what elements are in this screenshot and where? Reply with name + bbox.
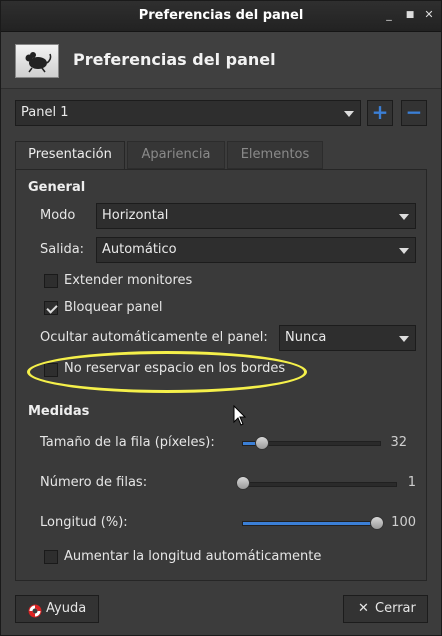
mouse-app-icon bbox=[15, 44, 59, 78]
row-size-value: 32 bbox=[390, 435, 407, 450]
dialog-header: Preferencias del panel bbox=[1, 32, 441, 89]
lock-panel-label[interactable]: Bloquear panel bbox=[64, 300, 162, 315]
measures-heading: Medidas bbox=[28, 404, 90, 419]
chevron-down-icon bbox=[399, 214, 409, 220]
maximize-icon[interactable]: ■ bbox=[404, 9, 416, 21]
length-handle[interactable] bbox=[370, 516, 384, 530]
extend-monitors-checkbox[interactable] bbox=[44, 274, 58, 288]
close-icon: ✕ bbox=[358, 601, 369, 616]
mode-select[interactable]: Horizontal bbox=[96, 203, 416, 229]
chevron-down-icon bbox=[399, 336, 409, 342]
close-label: Cerrar bbox=[375, 601, 416, 616]
extend-monitors-label[interactable]: Extender monitores bbox=[64, 273, 192, 288]
minimize-icon[interactable]: _ bbox=[383, 9, 395, 21]
rows-slider[interactable] bbox=[242, 482, 397, 487]
chevron-down-icon bbox=[344, 111, 354, 117]
tab-presentacion[interactable]: Presentación bbox=[15, 141, 125, 171]
tab-elementos[interactable]: Elementos bbox=[227, 141, 323, 169]
add-panel-button[interactable]: + bbox=[367, 100, 393, 126]
length-value: 100 bbox=[391, 515, 416, 530]
lock-panel-checkbox[interactable] bbox=[44, 301, 58, 315]
panel-select[interactable]: Panel 1 bbox=[15, 100, 361, 126]
panel-select-value: Panel 1 bbox=[21, 105, 69, 120]
auto-length-checkbox[interactable] bbox=[44, 550, 58, 564]
mode-label: Modo bbox=[40, 208, 76, 223]
rows-handle[interactable] bbox=[236, 476, 250, 490]
chevron-down-icon bbox=[399, 248, 409, 254]
general-heading: General bbox=[28, 180, 86, 195]
length-label: Longitud (%): bbox=[40, 515, 128, 530]
output-select[interactable]: Automático bbox=[96, 237, 416, 263]
auto-length-label[interactable]: Aumentar la longitud automáticamente bbox=[64, 549, 321, 564]
close-button[interactable]: ✕ Cerrar bbox=[343, 595, 428, 623]
row-size-label: Tamaño de la fila (píxeles): bbox=[40, 435, 215, 450]
autohide-select-value: Nunca bbox=[285, 330, 327, 345]
tab-apariencia[interactable]: Apariencia bbox=[127, 141, 225, 169]
rows-value: 1 bbox=[407, 475, 416, 490]
close-icon[interactable]: ✕ bbox=[423, 9, 435, 21]
help-button[interactable]: Ayuda bbox=[15, 595, 99, 623]
title-bar[interactable]: Preferencias del panel _ ■ ✕ bbox=[1, 1, 441, 32]
output-select-value: Automático bbox=[102, 242, 177, 257]
preferences-window: Preferencias del panel _ ■ ✕ Preferencia… bbox=[0, 0, 442, 636]
window-title: Preferencias del panel bbox=[138, 8, 304, 23]
help-label: Ayuda bbox=[46, 601, 87, 616]
autohide-select[interactable]: Nunca bbox=[279, 325, 416, 351]
highlight-ellipse bbox=[27, 351, 307, 393]
autohide-label: Ocultar automáticamente el panel: bbox=[40, 330, 268, 345]
rows-label: Número de filas: bbox=[40, 475, 148, 490]
remove-panel-button[interactable]: − bbox=[401, 100, 427, 126]
dialog-title: Preferencias del panel bbox=[73, 50, 276, 69]
output-label: Salida: bbox=[40, 242, 85, 257]
length-fill bbox=[243, 522, 377, 525]
lifebuoy-icon bbox=[28, 602, 42, 628]
mode-select-value: Horizontal bbox=[102, 208, 169, 223]
row-size-handle[interactable] bbox=[255, 436, 269, 450]
